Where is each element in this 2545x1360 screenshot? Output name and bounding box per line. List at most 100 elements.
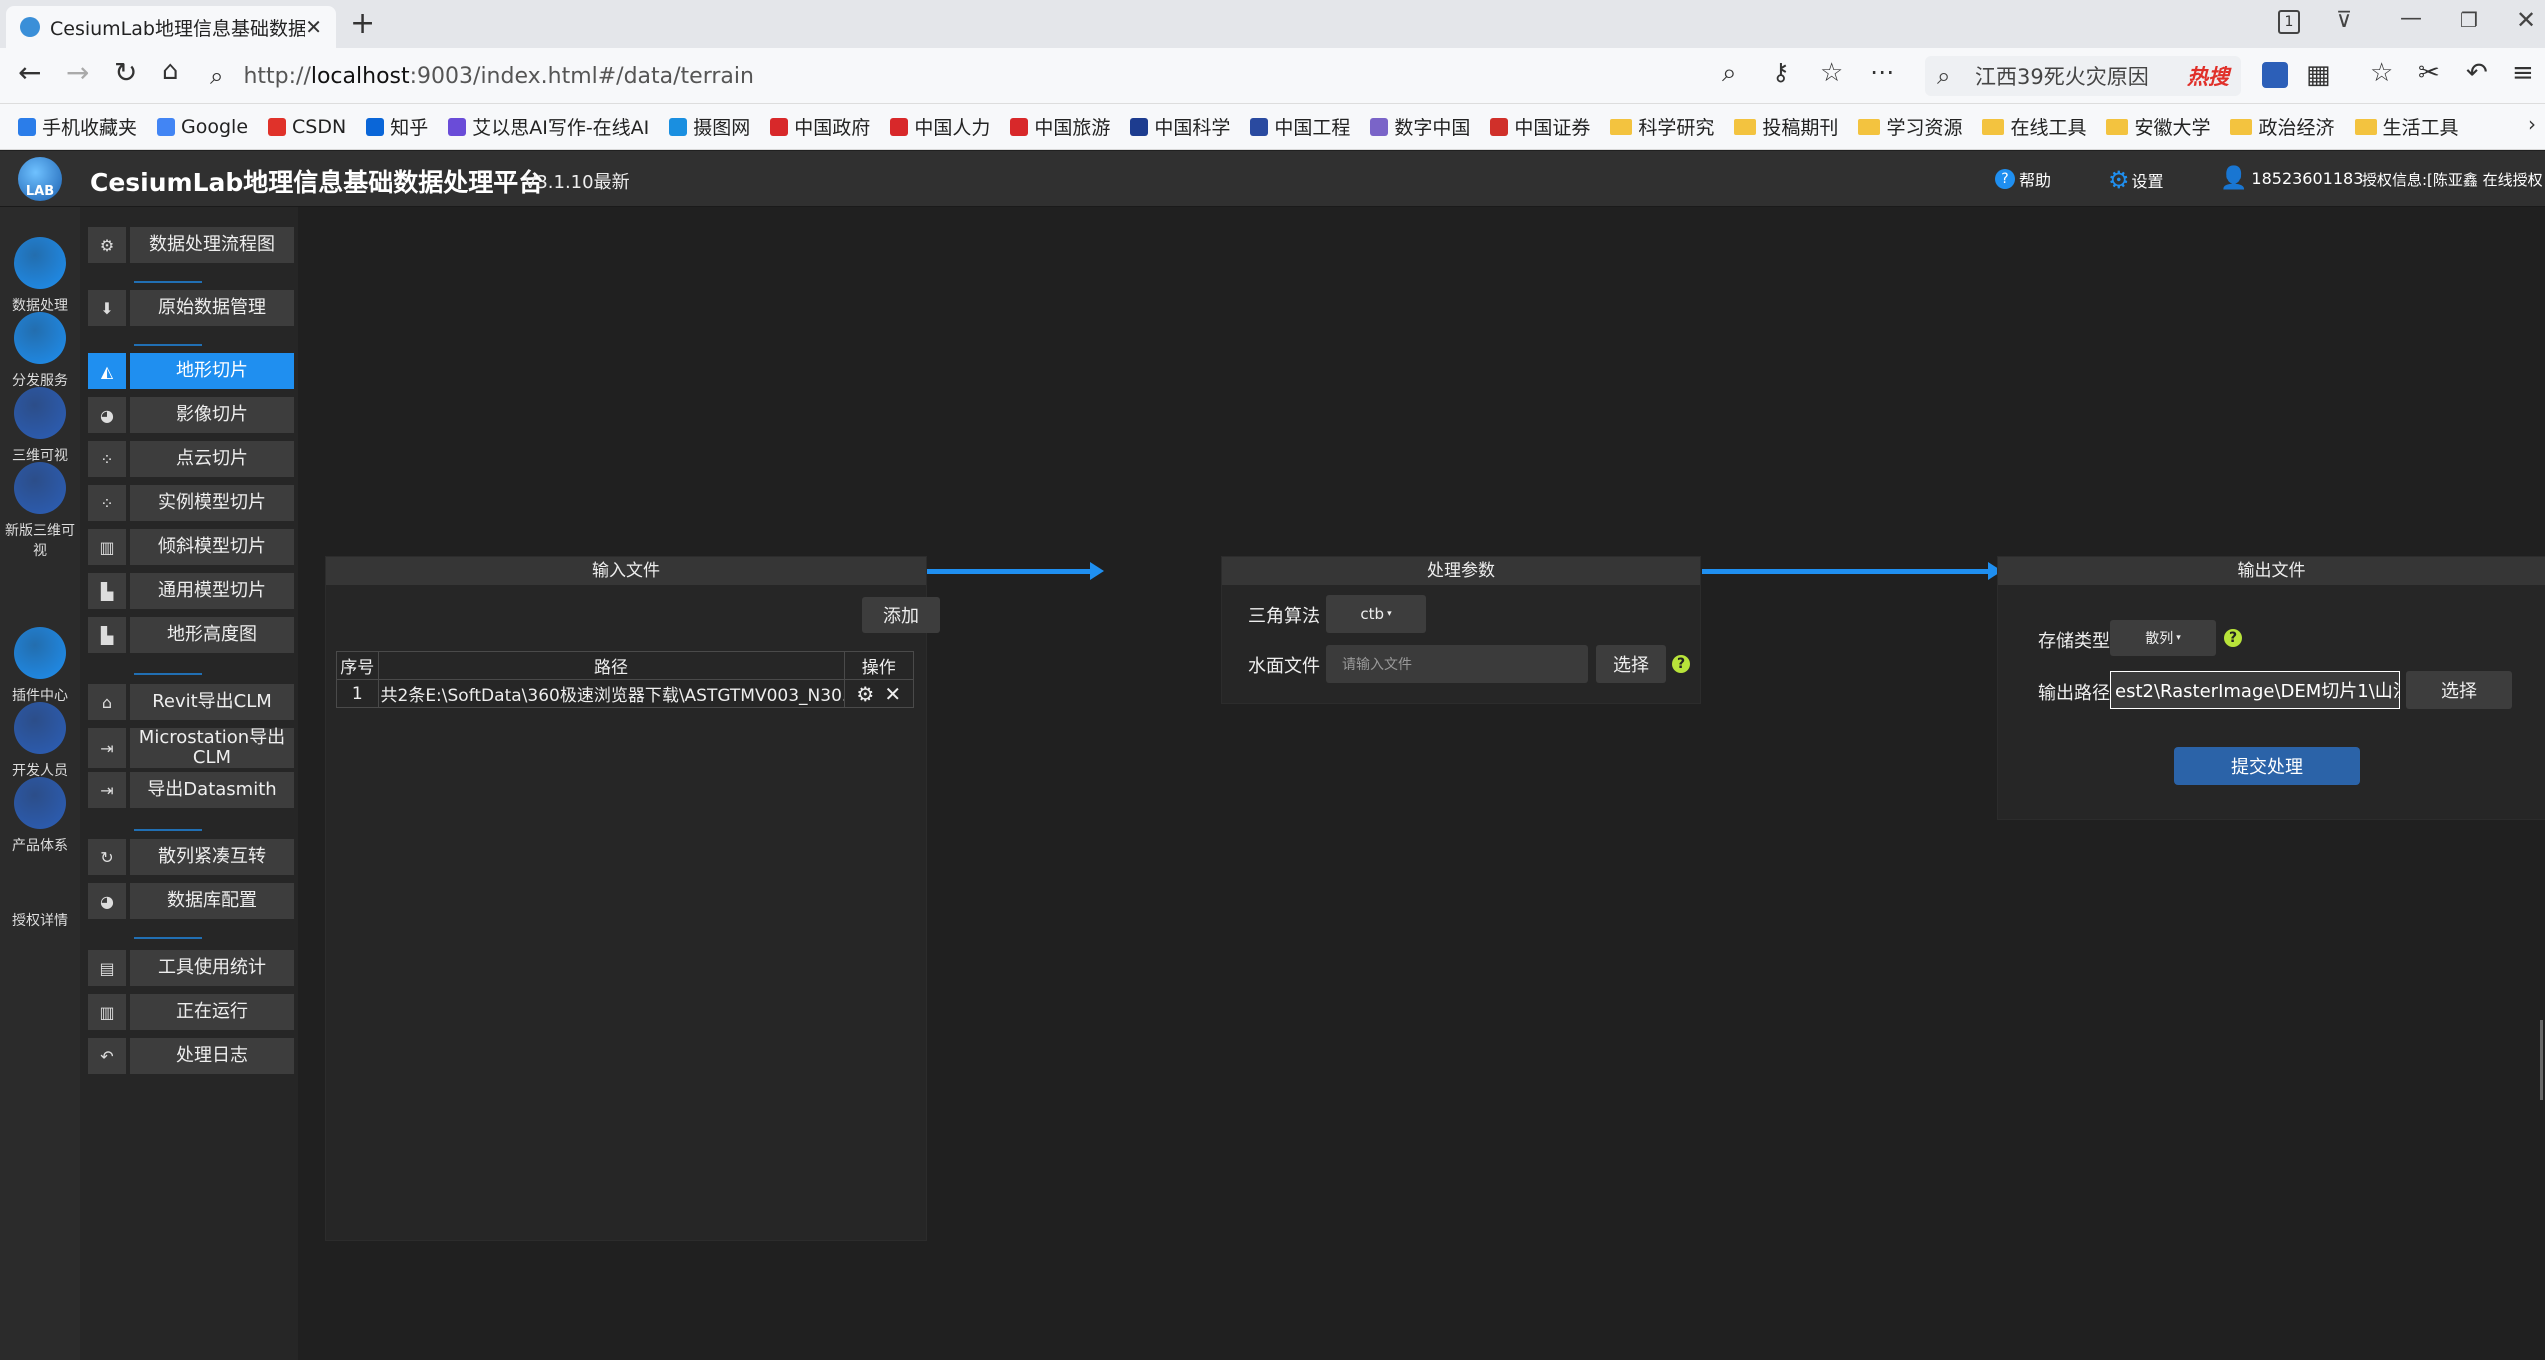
bookmark-item[interactable]: 中国科学 — [1130, 113, 1230, 140]
leftbar-item[interactable]: 三维可视 — [0, 387, 80, 465]
bookmark-item[interactable]: 中国工程 — [1250, 113, 1350, 140]
menu-item[interactable]: ↻ 散列紧凑互转 — [88, 839, 294, 875]
menu-separator — [134, 829, 202, 831]
bookmarks-overflow-icon[interactable]: › — [2528, 112, 2536, 136]
menu-item[interactable]: ⁘ 实例模型切片 — [88, 485, 294, 521]
bookmark-item[interactable]: 中国人力 — [890, 113, 990, 140]
storage-type-select[interactable]: 散列 ▾ — [2110, 620, 2216, 656]
settings-link[interactable]: ⚙ 设置 — [2108, 166, 2164, 194]
add-button[interactable]: 添加 — [862, 597, 940, 633]
bookmark-item[interactable]: 投稿期刊 — [1734, 113, 1838, 140]
scissors-icon[interactable]: ✂ — [2418, 58, 2440, 88]
leftbar-item[interactable]: 新版三维可视 — [0, 462, 80, 560]
key-icon[interactable]: ⚷ — [1772, 58, 1790, 86]
bookmark-item[interactable]: 中国旅游 — [1010, 113, 1110, 140]
bookmark-item[interactable]: 学习资源 — [1858, 113, 1962, 140]
help-link[interactable]: ? 帮助 — [1995, 167, 2051, 191]
menu-item[interactable]: ⇥ 导出Datasmith — [88, 772, 294, 808]
scrollbar[interactable] — [2540, 1020, 2543, 1100]
menu-item[interactable]: ⬇ 原始数据管理 — [88, 290, 294, 326]
menu-item[interactable]: ▤ 工具使用统计 — [88, 950, 294, 986]
menu-icon[interactable]: ≡ — [2512, 58, 2534, 88]
flow-connector — [1702, 569, 1992, 574]
license-info[interactable]: 授权信息:[陈亚鑫 在线授权 — [2362, 169, 2543, 190]
bookmark-item[interactable]: 在线工具 — [1982, 113, 2086, 140]
bookmark-item[interactable]: 安徽大学 — [2106, 113, 2210, 140]
leftbar-item[interactable]: 插件中心 — [0, 627, 80, 705]
bookmark-label: 中国旅游 — [1034, 117, 1111, 139]
menu-item-label: 影像切片 — [130, 397, 294, 433]
output-choose-button[interactable]: 选择 — [2406, 671, 2512, 709]
minimize-icon[interactable]: — — [2400, 6, 2422, 31]
bookmark-item[interactable]: 数字中国 — [1370, 113, 1470, 140]
close-window-icon[interactable]: ✕ — [2516, 6, 2536, 34]
apps-grid-icon[interactable]: ▦ — [2306, 60, 2331, 90]
help-icon[interactable]: ? — [2224, 629, 2242, 647]
leftbar-item[interactable]: 授权详情 — [0, 852, 80, 930]
menu-item[interactable]: ⌂ Revit导出CLM — [88, 684, 294, 720]
menu-item[interactable]: ◭ 地形切片 — [88, 353, 294, 389]
bookmark-item[interactable]: 科学研究 — [1610, 113, 1714, 140]
bookmark-item[interactable]: 艾以思AI写作-在线AI — [448, 113, 649, 140]
new-tab-button[interactable]: + — [350, 6, 375, 41]
leftbar-item[interactable]: 数据处理 — [0, 237, 80, 315]
bookmark-item[interactable]: 知乎 — [366, 113, 428, 140]
menu-item[interactable]: ▥ 正在运行 — [88, 994, 294, 1030]
help-icon[interactable]: ? — [1672, 655, 1690, 673]
restore-icon[interactable]: ❐ — [2460, 8, 2478, 32]
favorites-icon[interactable]: ☆ — [2370, 58, 2393, 88]
url-prefix: http:// — [243, 63, 311, 89]
leftbar-item[interactable]: 分发服务 — [0, 312, 80, 390]
water-choose-button[interactable]: 选择 — [1596, 645, 1666, 683]
bookmark-icon — [157, 117, 176, 136]
bookmark-item[interactable]: 中国证券 — [1490, 113, 1590, 140]
browser-search-box[interactable]: ⌕ 江西39死火灾原因 热搜 — [1925, 56, 2241, 96]
water-file-input[interactable]: 请输入文件 — [1326, 645, 1588, 683]
menu-item[interactable]: ▙ 地形高度图 — [88, 617, 294, 653]
extension-icon[interactable] — [2262, 62, 2288, 88]
leftbar-item[interactable]: 产品体系 — [0, 777, 80, 855]
reload-icon[interactable]: ↻ — [114, 56, 137, 89]
nav-icon — [14, 627, 66, 679]
menu-item-label: 点云切片 — [130, 441, 294, 477]
undo-icon[interactable]: ↶ — [2466, 58, 2488, 88]
output-path-input[interactable]: est2\RasterImage\DEM切片1\山洪区 — [2110, 671, 2400, 709]
more-icon[interactable]: ⋯ — [1870, 58, 1894, 86]
user-link[interactable]: 👤 18523601183 — [2220, 166, 2363, 191]
menu-item[interactable]: ⚙ 数据处理流程图 — [88, 227, 294, 263]
back-icon[interactable]: ← — [18, 56, 41, 89]
bookmark-item[interactable]: 手机收藏夹 — [18, 113, 137, 140]
submit-button[interactable]: 提交处理 — [2174, 747, 2360, 785]
menu-item[interactable]: ↶ 处理日志 — [88, 1038, 294, 1074]
page-counter-icon[interactable]: 1 — [2278, 10, 2300, 34]
globe-icon — [20, 17, 40, 37]
bookmark-item[interactable]: 摄图网 — [669, 113, 750, 140]
browser-tab[interactable]: CesiumLab地理信息基础数据 ✕ — [6, 6, 336, 48]
table-row[interactable]: 1 共2条E:\SoftData\360极速浏览器下载\ASTGTMV003_N… — [336, 679, 914, 708]
shirt-icon[interactable]: ⊽ — [2336, 8, 2352, 33]
bookmark-item[interactable]: CSDN — [268, 116, 346, 138]
menu-item[interactable]: ▥ 倾斜模型切片 — [88, 529, 294, 565]
star-icon[interactable]: ☆ — [1820, 58, 1843, 88]
row-delete-icon[interactable]: ✕ — [884, 682, 901, 706]
address-bar[interactable]: ⌕ http://localhost:9003/index.html#/data… — [210, 56, 1880, 96]
menu-item-label: 实例模型切片 — [130, 485, 294, 521]
bookmark-item[interactable]: 生活工具 — [2354, 113, 2459, 140]
home-icon[interactable]: ⌂ — [162, 56, 179, 86]
leftbar-item[interactable]: 开发人员 — [0, 702, 80, 780]
row-settings-icon[interactable]: ⚙ — [856, 682, 874, 706]
algo-select[interactable]: ctb ▾ — [1326, 595, 1426, 633]
bookmark-item[interactable]: 中国政府 — [770, 113, 870, 140]
menu-item[interactable]: ▙ 通用模型切片 — [88, 573, 294, 609]
zoom-icon[interactable]: ⌕ — [1722, 58, 1737, 89]
bookmark-item[interactable]: 政治经济 — [2230, 113, 2335, 140]
close-tab-icon[interactable]: ✕ — [305, 15, 322, 39]
bookmark-item[interactable]: Google — [157, 116, 248, 138]
forward-icon[interactable]: → — [66, 56, 89, 89]
menu-item[interactable]: ◕ 影像切片 — [88, 397, 294, 433]
menu-item[interactable]: ◕ 数据库配置 — [88, 883, 294, 919]
menu-item[interactable]: ⁘ 点云切片 — [88, 441, 294, 477]
nav-icon — [14, 312, 66, 364]
menu-item[interactable]: ⇥ Microstation导出CLM — [88, 728, 294, 768]
cesiumlab-logo[interactable]: LAB — [18, 157, 62, 201]
